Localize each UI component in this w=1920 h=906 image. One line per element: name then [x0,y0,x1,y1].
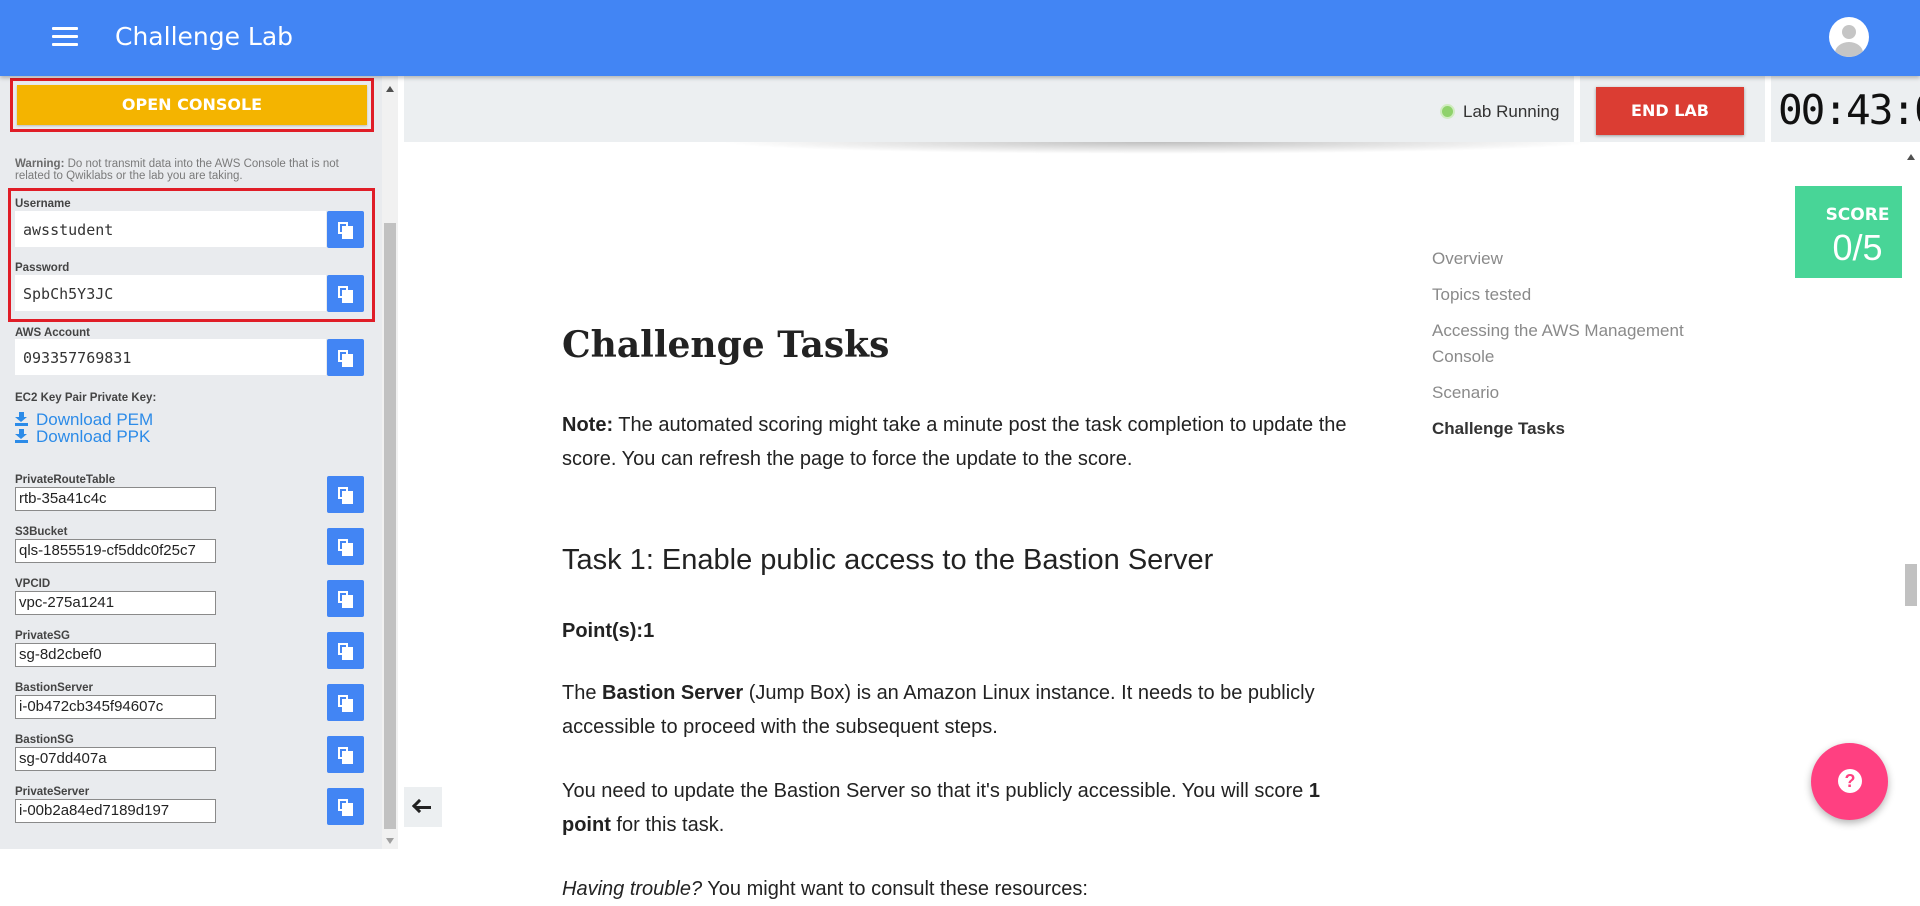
resource-label: VPCID [15,578,51,590]
hamburger-icon[interactable] [52,27,78,47]
resource-label: BastionSG [15,734,74,746]
download-icon [15,412,28,426]
copy-icon [342,751,353,764]
paragraph: You need to update the Bastion Server so… [562,780,1320,836]
resource-label: PrivateRouteTable [15,474,116,486]
task-heading: Task 1: Enable public access to the Bast… [562,544,1214,576]
header-shadow [718,142,1598,154]
copy-icon [342,290,353,303]
sidebar-scrollbar[interactable] [382,76,398,849]
points-label: Point(s):1 [562,620,655,642]
lab-sidebar: OPEN CONSOLE Warning: Do not transmit da… [0,76,382,849]
copy-icon [342,354,353,367]
divider [1765,76,1771,142]
collapse-sidebar-button[interactable] [404,787,442,827]
copy-resource-button[interactable] [327,684,364,721]
note-paragraph: Note: The automated scoring might take a… [562,414,1347,470]
toc-item-scenario[interactable]: Scenario [1432,380,1499,406]
resource-value-field[interactable]: vpc-275a1241 [15,591,216,615]
toc-item-topics-tested[interactable]: Topics tested [1432,282,1531,308]
paragraph: Having trouble? You might want to consul… [562,878,1088,900]
lab-timer: 00:43:09 [1778,86,1920,134]
password-field[interactable]: SpbCh5Y3JC [15,275,326,311]
copy-icon [342,647,353,660]
copy-icon [342,803,353,816]
toc-item-challenge-tasks[interactable]: Challenge Tasks [1432,416,1565,442]
avatar-icon[interactable] [1829,17,1869,57]
scrollbar-thumb[interactable] [1905,564,1917,606]
help-icon: ? [1838,769,1862,793]
copy-username-button[interactable] [327,211,364,248]
copy-icon [342,595,353,608]
open-console-highlight: OPEN CONSOLE [10,78,374,132]
username-label: Username [15,198,71,210]
resource-label: PrivateServer [15,786,90,798]
resource-value-field[interactable]: i-0b472cb345f94607c [15,695,216,719]
password-label: Password [15,262,70,274]
divider [1574,76,1580,142]
resource-label: PrivateSG [15,630,70,642]
resource-value-field[interactable]: i-00b2a84ed7189d197 [15,799,216,823]
copy-resource-button[interactable] [327,528,364,565]
resource-value-field[interactable]: sg-8d2cbef0 [15,643,216,667]
copy-resource-button[interactable] [327,736,364,773]
app-bar: Challenge Lab [0,0,1920,76]
aws-account-field[interactable]: 093357769831 [15,339,326,375]
lab-status-bar: Lab Running END LAB 00:43:09 [404,76,1920,142]
copy-icon [342,543,353,556]
copy-aws-account-button[interactable] [327,339,364,376]
warning-text: Warning: Do not transmit data into the A… [15,158,339,182]
help-button[interactable]: ? [1811,743,1888,820]
end-lab-button[interactable]: END LAB [1596,87,1744,135]
copy-icon [342,491,353,504]
main-content: Lab Running END LAB 00:43:09 Challenge T… [398,76,1920,900]
toc-item-overview[interactable]: Overview [1432,246,1503,272]
resource-value-field[interactable]: rtb-35a41c4c [15,487,216,511]
paragraph: The Bastion Server (Jump Box) is an Amaz… [562,682,1315,738]
username-field[interactable]: awsstudent [15,211,326,247]
content-scrollbar[interactable] [1902,146,1920,849]
copy-resource-button[interactable] [327,476,364,513]
copy-icon [342,226,353,239]
copy-resource-button[interactable] [327,632,364,669]
resource-value-field[interactable]: sg-07dd407a [15,747,216,771]
scroll-up-icon[interactable] [386,86,394,92]
status-indicator-icon [1440,104,1455,119]
page-title: Challenge Tasks [562,324,890,366]
lab-status-text: Lab Running [1463,102,1560,121]
download-icon [15,429,28,443]
key-pair-label: EC2 Key Pair Private Key: [15,392,157,404]
resource-label: BastionServer [15,682,93,694]
open-console-button[interactable]: OPEN CONSOLE [17,85,367,125]
copy-icon [342,699,353,712]
aws-account-label: AWS Account [15,327,90,339]
copy-password-button[interactable] [327,275,364,312]
resource-value-field[interactable]: qls-1855519-cf5ddc0f25c7 [15,539,216,563]
toc-item-accessing-console[interactable]: Accessing the AWS Management Console [1432,318,1702,370]
resource-label: S3Bucket [15,526,68,538]
app-title: Challenge Lab [115,22,294,51]
scrollbar-thumb[interactable] [384,223,396,829]
scroll-down-icon[interactable] [386,838,394,844]
scroll-up-icon[interactable] [1907,154,1915,160]
download-ppk-link[interactable]: Download PPK [15,427,150,447]
copy-resource-button[interactable] [327,788,364,825]
copy-resource-button[interactable] [327,580,364,617]
